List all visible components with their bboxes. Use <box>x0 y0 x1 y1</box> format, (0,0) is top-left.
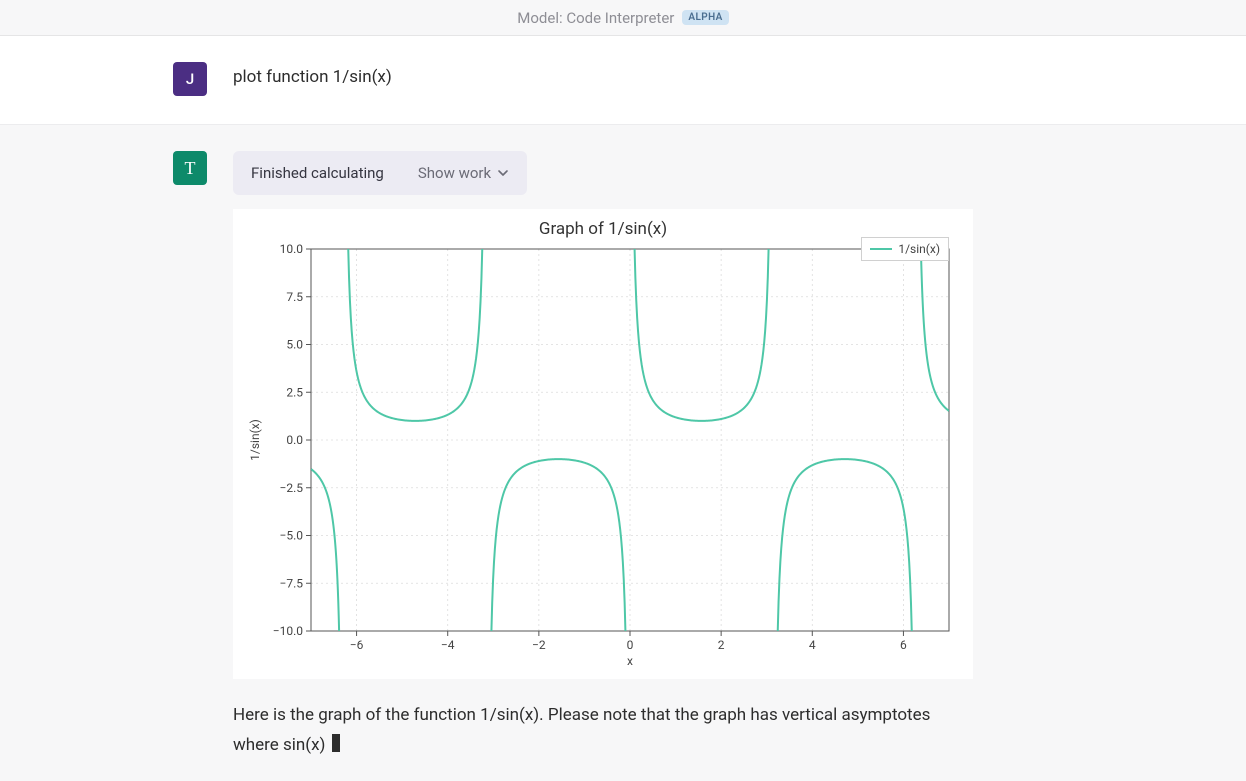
legend-swatch <box>870 248 892 250</box>
status-text: Finished calculating <box>251 164 384 182</box>
user-message-row: J plot function 1/sin(x) <box>0 36 1246 125</box>
chart-title: Graph of 1/sin(x) <box>243 219 963 239</box>
model-label: Model: Code Interpreter <box>517 9 674 27</box>
typing-cursor <box>332 734 340 752</box>
svg-text:7.5: 7.5 <box>286 290 303 304</box>
chart-inner: Graph of 1/sin(x) −6 −4 −2 0 2 4 6 −10.0 −7.5 −5.… <box>243 219 963 671</box>
chevron-down-icon <box>497 167 509 179</box>
user-prompt-text: plot function 1/sin(x) <box>233 62 392 87</box>
svg-text:−2: −2 <box>532 638 546 652</box>
svg-text:−4: −4 <box>441 638 455 652</box>
svg-text:−6: −6 <box>350 638 364 652</box>
assistant-response-text: Here is the graph of the function 1/sin(… <box>233 701 973 761</box>
svg-text:−5.0: −5.0 <box>279 529 303 543</box>
user-avatar: J <box>173 62 207 96</box>
svg-text:−10.0: −10.0 <box>273 624 304 638</box>
svg-text:10.0: 10.0 <box>280 242 304 256</box>
model-header: Model: Code Interpreter ALPHA <box>0 0 1246 36</box>
svg-text:4: 4 <box>809 638 816 652</box>
assistant-content: Finished calculating Show work Graph of … <box>233 151 1073 761</box>
svg-text:−2.5: −2.5 <box>279 481 303 495</box>
show-work-toggle[interactable]: Show work <box>418 164 509 182</box>
svg-text:0: 0 <box>627 638 634 652</box>
svg-text:0.0: 0.0 <box>286 433 303 447</box>
legend-label: 1/sin(x) <box>898 242 940 256</box>
status-pill: Finished calculating Show work <box>233 151 527 195</box>
chart-svg: −6 −4 −2 0 2 4 6 −10.0 −7.5 −5.0 −2.5 0.0 2.5 5.0 7.5 1… <box>243 241 963 671</box>
svg-text:2.5: 2.5 <box>286 385 303 399</box>
user-avatar-initial: J <box>186 70 194 88</box>
chart-card: Graph of 1/sin(x) −6 −4 −2 0 2 4 6 −10.0 −7.5 −5.… <box>233 209 973 679</box>
assistant-avatar: T <box>173 151 207 185</box>
svg-text:−7.5: −7.5 <box>279 576 303 590</box>
svg-text:5.0: 5.0 <box>286 338 303 352</box>
svg-text:2: 2 <box>718 638 725 652</box>
alpha-badge: ALPHA <box>682 10 728 25</box>
svg-text:1/sin(x): 1/sin(x) <box>248 419 262 461</box>
assistant-message-row: T Finished calculating Show work Graph o… <box>0 125 1246 781</box>
chart-legend: 1/sin(x) <box>861 237 949 261</box>
svg-text:6: 6 <box>900 638 907 652</box>
show-work-label: Show work <box>418 164 491 182</box>
assistant-avatar-initial: T <box>185 158 196 179</box>
svg-text:x: x <box>627 654 633 668</box>
